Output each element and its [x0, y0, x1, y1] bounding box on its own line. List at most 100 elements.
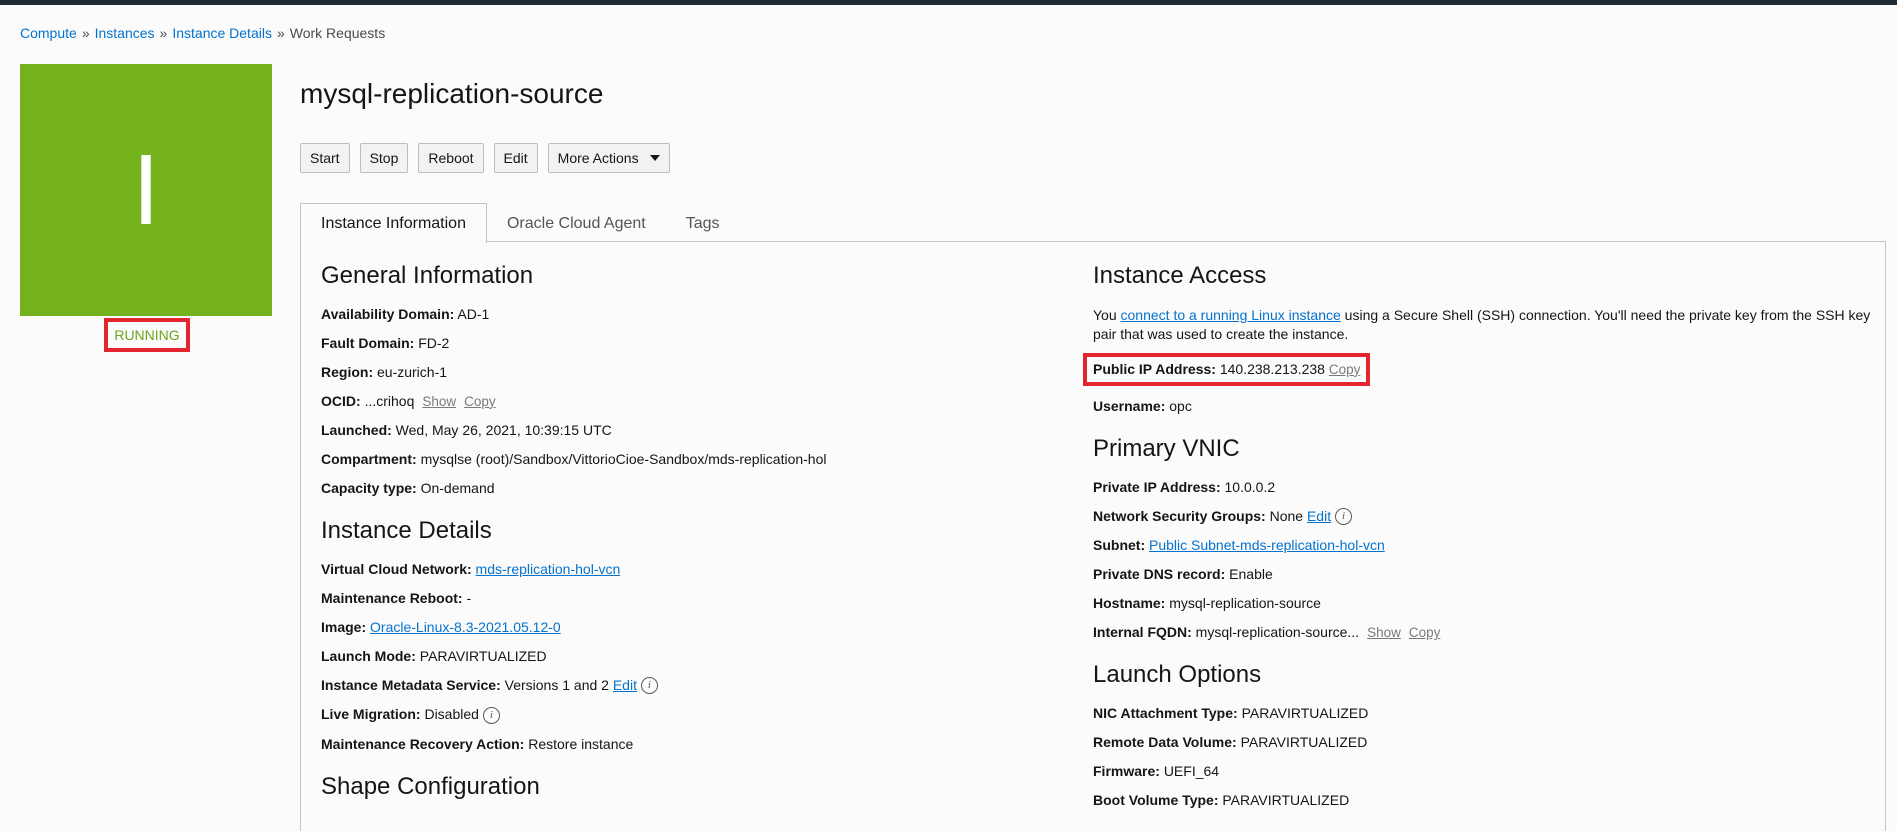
field-value: PARAVIRTUALIZED: [419, 647, 547, 664]
field-value: PARAVIRTUALIZED: [1222, 792, 1350, 809]
subnet-link[interactable]: Public Subnet-mds-replication-hol-vcn: [1149, 537, 1385, 553]
firmware-row: Firmware: UEFI_64: [1093, 763, 1873, 780]
launch-mode-row: Launch Mode: PARAVIRTUALIZED: [321, 648, 1061, 665]
breadcrumb-separator: »: [159, 25, 168, 41]
tab-bar: Instance Information Oracle Cloud Agent …: [300, 203, 740, 243]
field-label: Network Security Groups:: [1093, 507, 1266, 524]
field-value: UEFI_64: [1163, 763, 1220, 780]
field-label: Instance Metadata Service:: [321, 676, 501, 693]
field-value: AD-1: [457, 305, 490, 322]
ocid-show-link[interactable]: Show: [422, 394, 456, 409]
field-value: eu-zurich-1: [377, 363, 448, 380]
field-label: Capacity type:: [321, 479, 417, 496]
field-label: Region:: [321, 363, 374, 380]
fqdn-show-link[interactable]: Show: [1367, 625, 1401, 640]
top-bar: [0, 0, 1897, 5]
info-icon[interactable]: i: [640, 677, 658, 695]
action-toolbar: Start Stop Reboot Edit More Actions: [300, 143, 670, 173]
field-label: Public IP Address:: [1093, 360, 1216, 377]
region-row: Region: eu-zurich-1: [321, 364, 1061, 381]
ssh-text-before: You: [1093, 306, 1121, 323]
fault-domain-row: Fault Domain: FD-2: [321, 335, 1061, 352]
tab-instance-information[interactable]: Instance Information: [300, 203, 487, 243]
field-label: Firmware:: [1093, 763, 1160, 780]
field-label: Maintenance Recovery Action:: [321, 736, 525, 753]
breadcrumb-instance-details[interactable]: Instance Details: [172, 25, 272, 41]
general-information-heading: General Information: [321, 262, 534, 289]
username-row: Username: opc: [1093, 398, 1873, 415]
field-label: Private DNS record:: [1093, 566, 1226, 583]
breadcrumb-separator: »: [81, 25, 90, 41]
availability-domain-row: Availability Domain: AD-1: [321, 306, 1061, 323]
field-value: Disabled: [424, 706, 479, 723]
tab-oracle-cloud-agent[interactable]: Oracle Cloud Agent: [487, 205, 666, 243]
private-ip-row: Private IP Address: 10.0.0.2: [1093, 479, 1873, 496]
field-label: Launch Mode:: [321, 647, 416, 664]
vcn-row: Virtual Cloud Network: mds-replication-h…: [321, 561, 1061, 578]
info-icon[interactable]: i: [1335, 508, 1353, 526]
field-label: Maintenance Reboot:: [321, 589, 463, 606]
fqdn-row: Internal FQDN: mysql-replication-source.…: [1093, 624, 1873, 641]
breadcrumb-compute[interactable]: Compute: [20, 25, 77, 41]
capacity-type-row: Capacity type: On-demand: [321, 480, 1061, 497]
launch-options-heading: Launch Options: [1093, 661, 1262, 689]
breadcrumb: Compute» Instances» Instance Details» Work …: [20, 25, 385, 41]
instance-badge: I: [20, 64, 272, 316]
nic-attachment-row: NIC Attachment Type: PARAVIRTUALIZED: [1093, 705, 1873, 722]
public-ip-row: Public IP Address: 140.238.213.238 Copy: [1083, 352, 1873, 386]
instance-details-heading: Instance Details: [321, 516, 492, 544]
instance-state-label: RUNNING: [104, 318, 190, 352]
field-label: Subnet:: [1093, 537, 1146, 554]
instance-access-heading: Instance Access: [1093, 262, 1267, 289]
edit-button[interactable]: Edit: [493, 143, 538, 173]
field-value: mysql-replication-source: [1169, 595, 1321, 612]
nsg-edit-link[interactable]: Edit: [1307, 508, 1331, 524]
reboot-button[interactable]: Reboot: [418, 143, 484, 173]
breadcrumb-separator: »: [276, 25, 285, 41]
start-button[interactable]: Start: [300, 143, 350, 173]
ocid-copy-link[interactable]: Copy: [464, 394, 496, 409]
field-value: 10.0.0.2: [1224, 478, 1276, 495]
breadcrumb-work-requests: Work Requests: [289, 25, 386, 41]
ssh-description: You connect to a running Linux instance …: [1093, 306, 1873, 344]
dns-record-row: Private DNS record: Enable: [1093, 566, 1873, 583]
caret-down-icon: [649, 155, 660, 161]
field-value: Restore instance: [528, 736, 634, 753]
compartment-row: Compartment: mysqlse (root)/Sandbox/Vitt…: [321, 451, 1061, 468]
tab-tags[interactable]: Tags: [666, 205, 740, 243]
image-link[interactable]: Oracle-Linux-8.3-2021.05.12-0: [370, 619, 561, 635]
field-value: PARAVIRTUALIZED: [1241, 705, 1369, 722]
stop-button[interactable]: Stop: [359, 143, 409, 173]
field-value: None: [1269, 507, 1304, 524]
image-row: Image: Oracle-Linux-8.3-2021.05.12-0: [321, 619, 1061, 636]
field-value: FD-2: [418, 334, 450, 351]
field-label: Hostname:: [1093, 595, 1166, 612]
boot-volume-type-row: Boot Volume Type: PARAVIRTUALIZED: [1093, 792, 1873, 809]
subnet-row: Subnet: Public Subnet-mds-replication-ho…: [1093, 537, 1873, 554]
imds-row: Instance Metadata Service: Versions 1 an…: [321, 677, 1061, 695]
remote-data-volume-row: Remote Data Volume: PARAVIRTUALIZED: [1093, 734, 1873, 751]
recovery-action-row: Maintenance Recovery Action: Restore ins…: [321, 736, 1061, 753]
shape-configuration-heading: Shape Configuration: [321, 773, 540, 801]
fqdn-copy-link[interactable]: Copy: [1409, 625, 1441, 640]
breadcrumb-instances[interactable]: Instances: [95, 25, 155, 41]
right-column: Instance Access You connect to a running…: [1083, 262, 1873, 821]
instance-badge-letter: I: [132, 134, 160, 246]
field-label: Boot Volume Type:: [1093, 792, 1219, 809]
launched-row: Launched: Wed, May 26, 2021, 10:39:15 UT…: [321, 422, 1061, 439]
more-actions-label: More Actions: [557, 150, 639, 166]
maintenance-reboot-row: Maintenance Reboot: -: [321, 590, 1061, 607]
field-label: Remote Data Volume:: [1093, 734, 1237, 751]
more-actions-button[interactable]: More Actions: [547, 143, 670, 173]
connect-linux-link[interactable]: connect to a running Linux instance: [1121, 307, 1341, 323]
field-label: Internal FQDN:: [1093, 624, 1192, 641]
public-ip-value: 140.238.213.238: [1219, 360, 1325, 377]
vcn-link[interactable]: mds-replication-hol-vcn: [476, 561, 621, 577]
info-icon[interactable]: i: [482, 707, 500, 725]
field-value: Versions 1 and 2: [504, 676, 609, 693]
live-migration-row: Live Migration: Disabled i: [321, 706, 1061, 725]
instance-information-panel: General Information Availability Domain:…: [300, 241, 1886, 831]
imds-edit-link[interactable]: Edit: [613, 677, 637, 693]
public-ip-copy-link[interactable]: Copy: [1329, 362, 1361, 377]
field-value: ...crihoq: [364, 392, 415, 409]
